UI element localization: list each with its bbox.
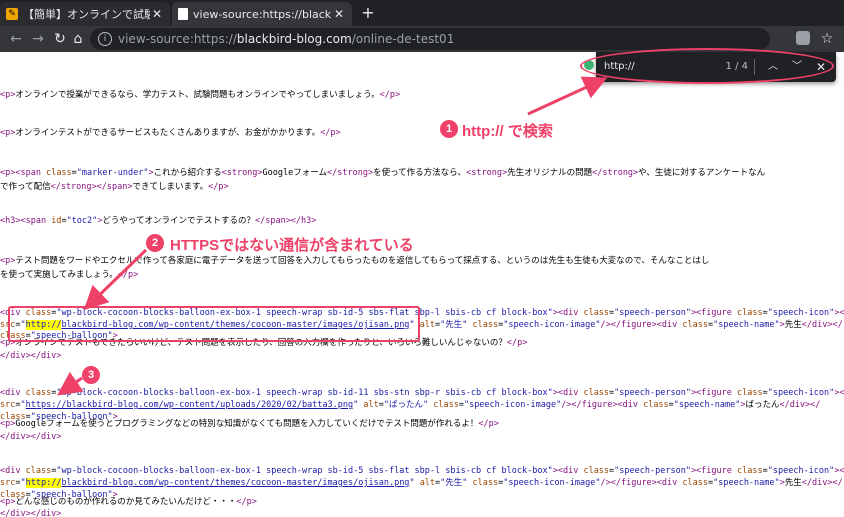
url-host: blackbird-blog.com bbox=[236, 32, 352, 46]
source-line: <div class="wp-block-cocoon-blocks-ballo… bbox=[0, 388, 844, 398]
reload-icon[interactable]: ↻ bbox=[50, 29, 70, 49]
source-line: <p>テスト問題をワードやエクセルで作って各家庭に電子データを送って回答を入力し… bbox=[0, 256, 710, 266]
source-line: </div></div> bbox=[0, 509, 62, 517]
source-line: </div></div> bbox=[0, 351, 62, 361]
bookmark-star-icon[interactable]: ☆ bbox=[818, 29, 836, 49]
tab-strip: ✎ 【簡単】オンラインで試験問題を出すっ ✕ view-source:https… bbox=[0, 0, 844, 26]
tab-article[interactable]: ✎ 【簡単】オンラインで試験問題を出すっ ✕ bbox=[0, 2, 170, 26]
source-line: src="http://blackbird-blog.com/wp-conten… bbox=[0, 478, 843, 488]
info-icon[interactable]: i bbox=[98, 32, 112, 46]
close-tab-icon[interactable]: ✕ bbox=[332, 7, 346, 21]
source-line: </div></div> bbox=[0, 432, 62, 442]
annotation-label-2: HTTPSではない通信が含まれている bbox=[170, 237, 414, 254]
tab-title: view-source:https://blackbird-blo bbox=[193, 7, 332, 21]
source-line: を使って実施してみましょう。</p> bbox=[0, 270, 139, 280]
close-tab-icon[interactable]: ✕ bbox=[150, 7, 164, 21]
source-line: <h3><span id="toc2">どうやってオンラインでテストするの？</… bbox=[0, 216, 317, 226]
source-line: src="https://blackbird-blog.com/wp-conte… bbox=[0, 400, 821, 410]
annotation-badge-2: 2 bbox=[146, 234, 164, 252]
source-line: <p>どんな感じのものが作れるのか見てみたいんだけど・・・</p> bbox=[0, 497, 257, 507]
home-icon[interactable]: ⌂ bbox=[68, 29, 88, 49]
url-path: /online-de-test01 bbox=[351, 32, 455, 46]
tab-title: 【簡単】オンラインで試験問題を出すっ bbox=[23, 8, 150, 21]
source-line: <p><span class="marker-under">これから紹介する<s… bbox=[0, 168, 766, 178]
document-favicon-icon bbox=[178, 8, 188, 20]
url-prefix: view-source:https:// bbox=[118, 32, 237, 46]
annotation-badge-3: 3 bbox=[82, 366, 100, 384]
source-line: <div class="wp-block-cocoon-blocks-ballo… bbox=[0, 466, 844, 476]
tab-view-source[interactable]: view-source:https://blackbird-blo ✕ bbox=[172, 2, 352, 26]
annotation-badge-1: 1 bbox=[440, 120, 458, 138]
site-favicon-icon: ✎ bbox=[6, 8, 18, 20]
address-bar[interactable]: i view-source:https://blackbird-blog.com… bbox=[90, 28, 770, 50]
source-line: <p>オンラインで授業ができるなら、学力テスト、試験問題もオンラインでやってしま… bbox=[0, 90, 401, 100]
source-line: で作って配信</strong></span>できてしまいます。</p> bbox=[0, 182, 229, 192]
new-tab-button[interactable]: + bbox=[358, 3, 378, 23]
view-source-content: <p>オンラインで授業ができるなら、学力テスト、試験問題もオンラインでやってしま… bbox=[0, 82, 844, 517]
page-action-icon[interactable] bbox=[796, 31, 810, 45]
http-highlight-box bbox=[8, 306, 420, 342]
source-line: <p>Googleフォームを使うとプログラミングなどの特別な知識がなくても問題を… bbox=[0, 419, 499, 429]
back-arrow-icon[interactable]: ← bbox=[6, 29, 26, 49]
annotation-label-1: http:// で検索 bbox=[462, 123, 553, 140]
find-highlight-ellipse bbox=[580, 48, 834, 84]
forward-arrow-icon[interactable]: → bbox=[28, 29, 48, 49]
source-line: <p>オンラインテストができるサービスもたくさんありますが、お金がかかります。<… bbox=[0, 128, 341, 138]
